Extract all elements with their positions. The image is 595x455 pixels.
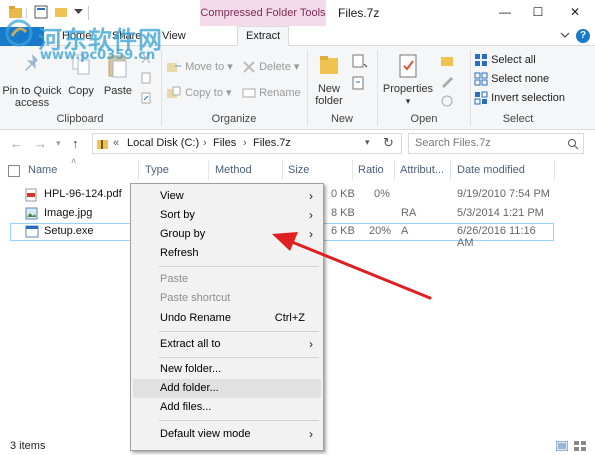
watermark-logo bbox=[5, 19, 33, 47]
annotation-arrow bbox=[272, 232, 432, 300]
watermark-url: www.pc0359.cn bbox=[40, 48, 156, 63]
